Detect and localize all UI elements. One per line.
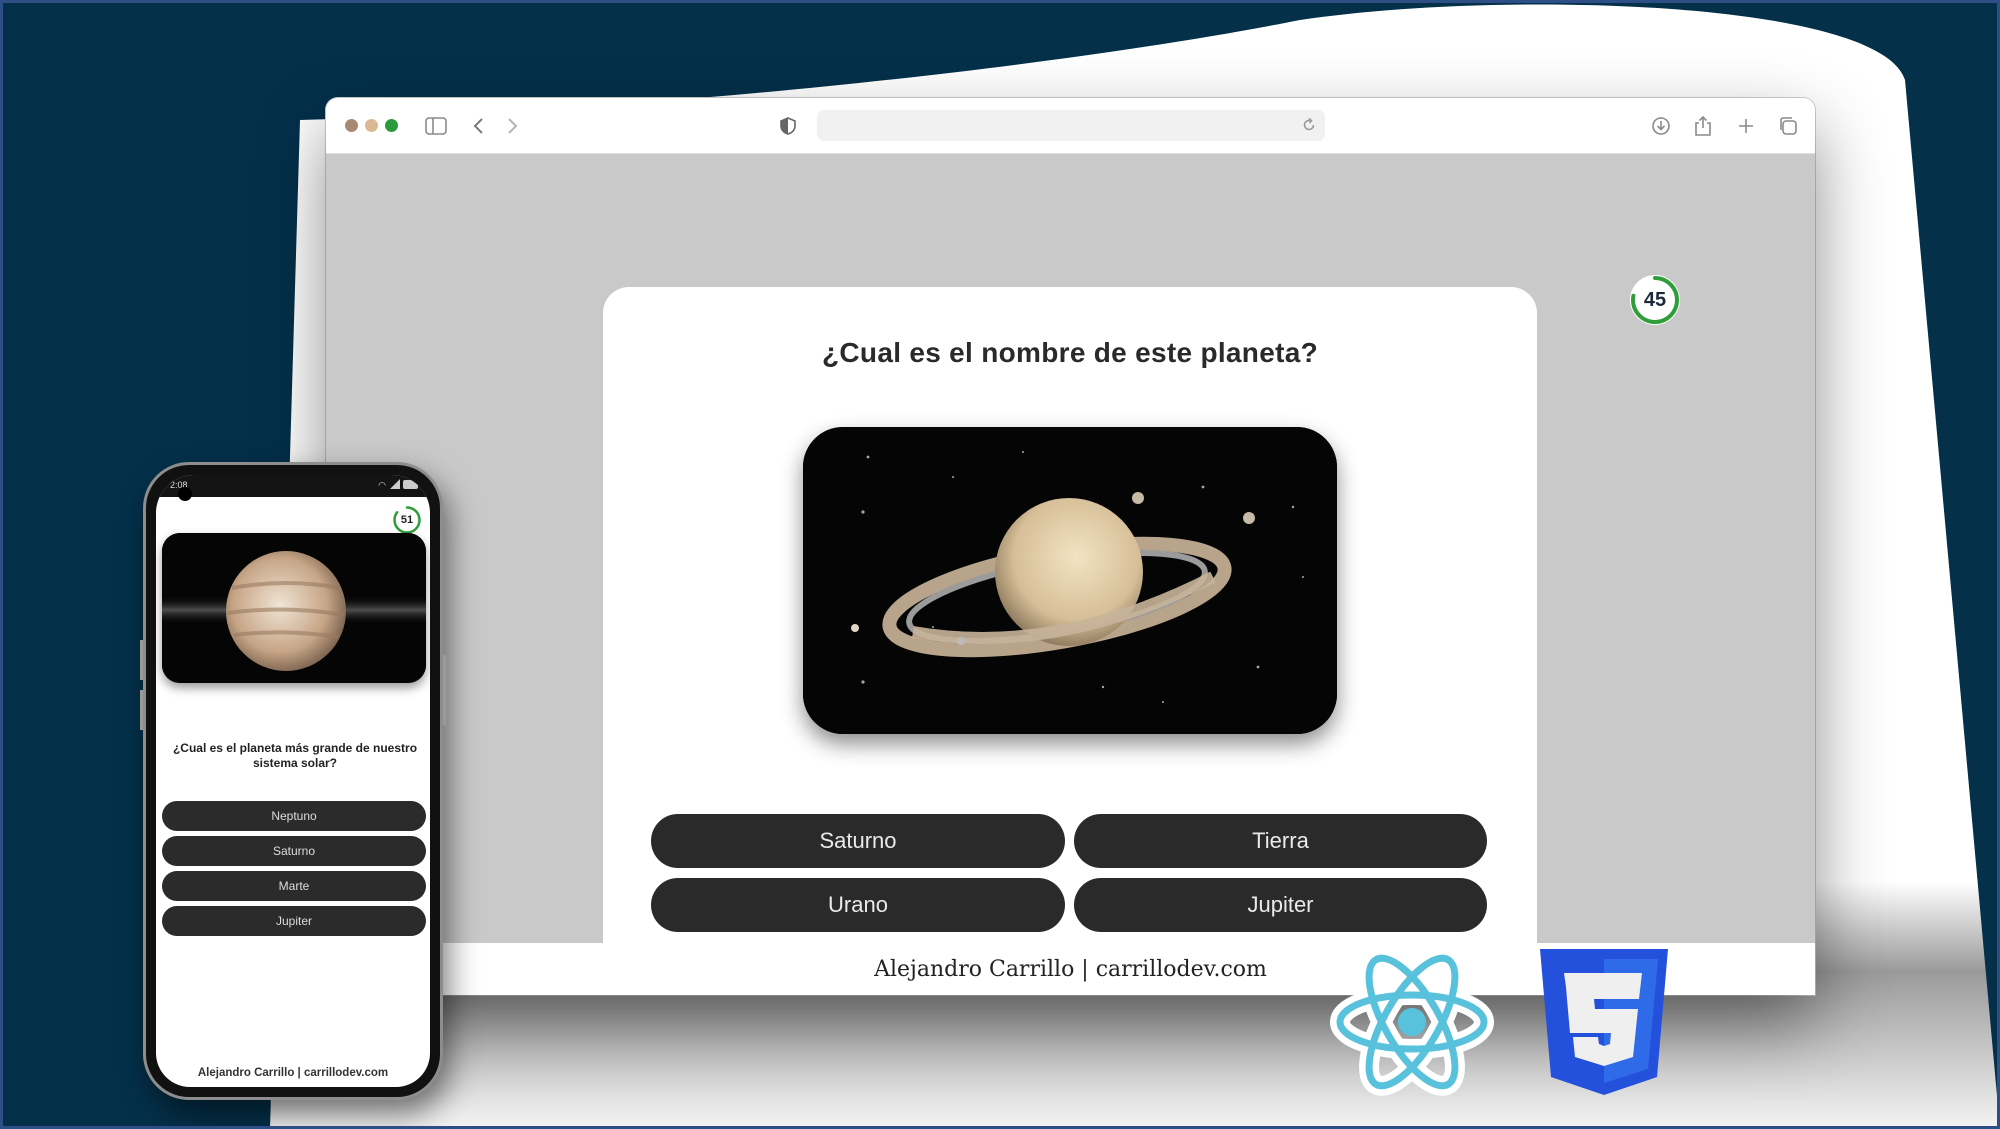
share-icon[interactable] xyxy=(1689,112,1717,140)
moon xyxy=(1243,512,1255,524)
phone-screen: 2:08 ◠ 51 ¿Cual es el planeta más grande… xyxy=(156,475,430,1087)
footer-credit: Alejandro Carrillo | carrillodev.com xyxy=(874,956,1267,982)
signal-icon xyxy=(390,479,400,491)
saturn-image xyxy=(803,427,1337,734)
answer-button[interactable]: Tierra xyxy=(1074,814,1487,868)
new-tab-icon[interactable] xyxy=(1732,112,1760,140)
question-text: ¿Cual es el nombre de este planeta? xyxy=(822,337,1318,368)
css3-logo xyxy=(1540,949,1668,1095)
moon xyxy=(957,637,965,645)
phone-side-button xyxy=(443,655,446,725)
phone-status-bar: 2:08 ◠ xyxy=(156,475,430,501)
phone-answer-button[interactable]: Marte xyxy=(162,871,426,901)
battery-icon xyxy=(403,480,418,489)
timer-value: 45 xyxy=(1643,288,1667,311)
page-content: 45 ¿Cual es el nombre de este planeta? S… xyxy=(326,154,1815,973)
sidebar-icon[interactable] xyxy=(422,112,450,140)
phone-timer-value: 51 xyxy=(400,514,414,526)
shield-icon[interactable] xyxy=(774,112,802,140)
close-window-button[interactable] xyxy=(345,119,358,132)
countdown-timer: 45 xyxy=(1629,274,1681,326)
phone-answer-button[interactable]: Saturno xyxy=(162,836,426,866)
minimize-window-button[interactable] xyxy=(365,119,378,132)
moon xyxy=(851,624,859,632)
phone-side-button xyxy=(140,690,143,730)
forward-icon[interactable] xyxy=(498,112,526,140)
wifi-icon: ◠ xyxy=(378,480,386,490)
jupiter-image xyxy=(162,533,426,683)
answer-button[interactable]: Saturno xyxy=(651,814,1065,868)
phone-footer-credit: Alejandro Carrillo | carrillodev.com xyxy=(197,1067,389,1079)
moon xyxy=(1132,492,1144,504)
answer-button[interactable]: Jupiter xyxy=(1074,878,1487,932)
reload-icon[interactable] xyxy=(1301,117,1317,137)
browser-toolbar xyxy=(326,98,1815,154)
phone-side-button xyxy=(140,640,143,680)
back-icon[interactable] xyxy=(465,112,493,140)
phone-countdown-timer: 51 xyxy=(392,505,422,535)
maximize-window-button[interactable] xyxy=(385,119,398,132)
quiz-card: ¿Cual es el nombre de este planeta? Satu… xyxy=(603,287,1537,973)
browser-window: 45 ¿Cual es el nombre de este planeta? S… xyxy=(326,98,1815,995)
phone-mockup: 2:08 ◠ 51 ¿Cual es el planeta más grande… xyxy=(140,462,446,1100)
react-logo xyxy=(1330,948,1495,1096)
phone-answer-button[interactable]: Jupiter xyxy=(162,906,426,936)
camera-hole xyxy=(178,487,192,501)
answer-button[interactable]: Urano xyxy=(651,878,1065,932)
address-bar[interactable] xyxy=(817,110,1325,141)
download-icon[interactable] xyxy=(1647,112,1675,140)
phone-question-text: ¿Cual es el planeta más grande de nuestr… xyxy=(172,741,418,770)
tabs-overview-icon[interactable] xyxy=(1774,112,1802,140)
phone-answer-button[interactable]: Neptuno xyxy=(162,801,426,831)
